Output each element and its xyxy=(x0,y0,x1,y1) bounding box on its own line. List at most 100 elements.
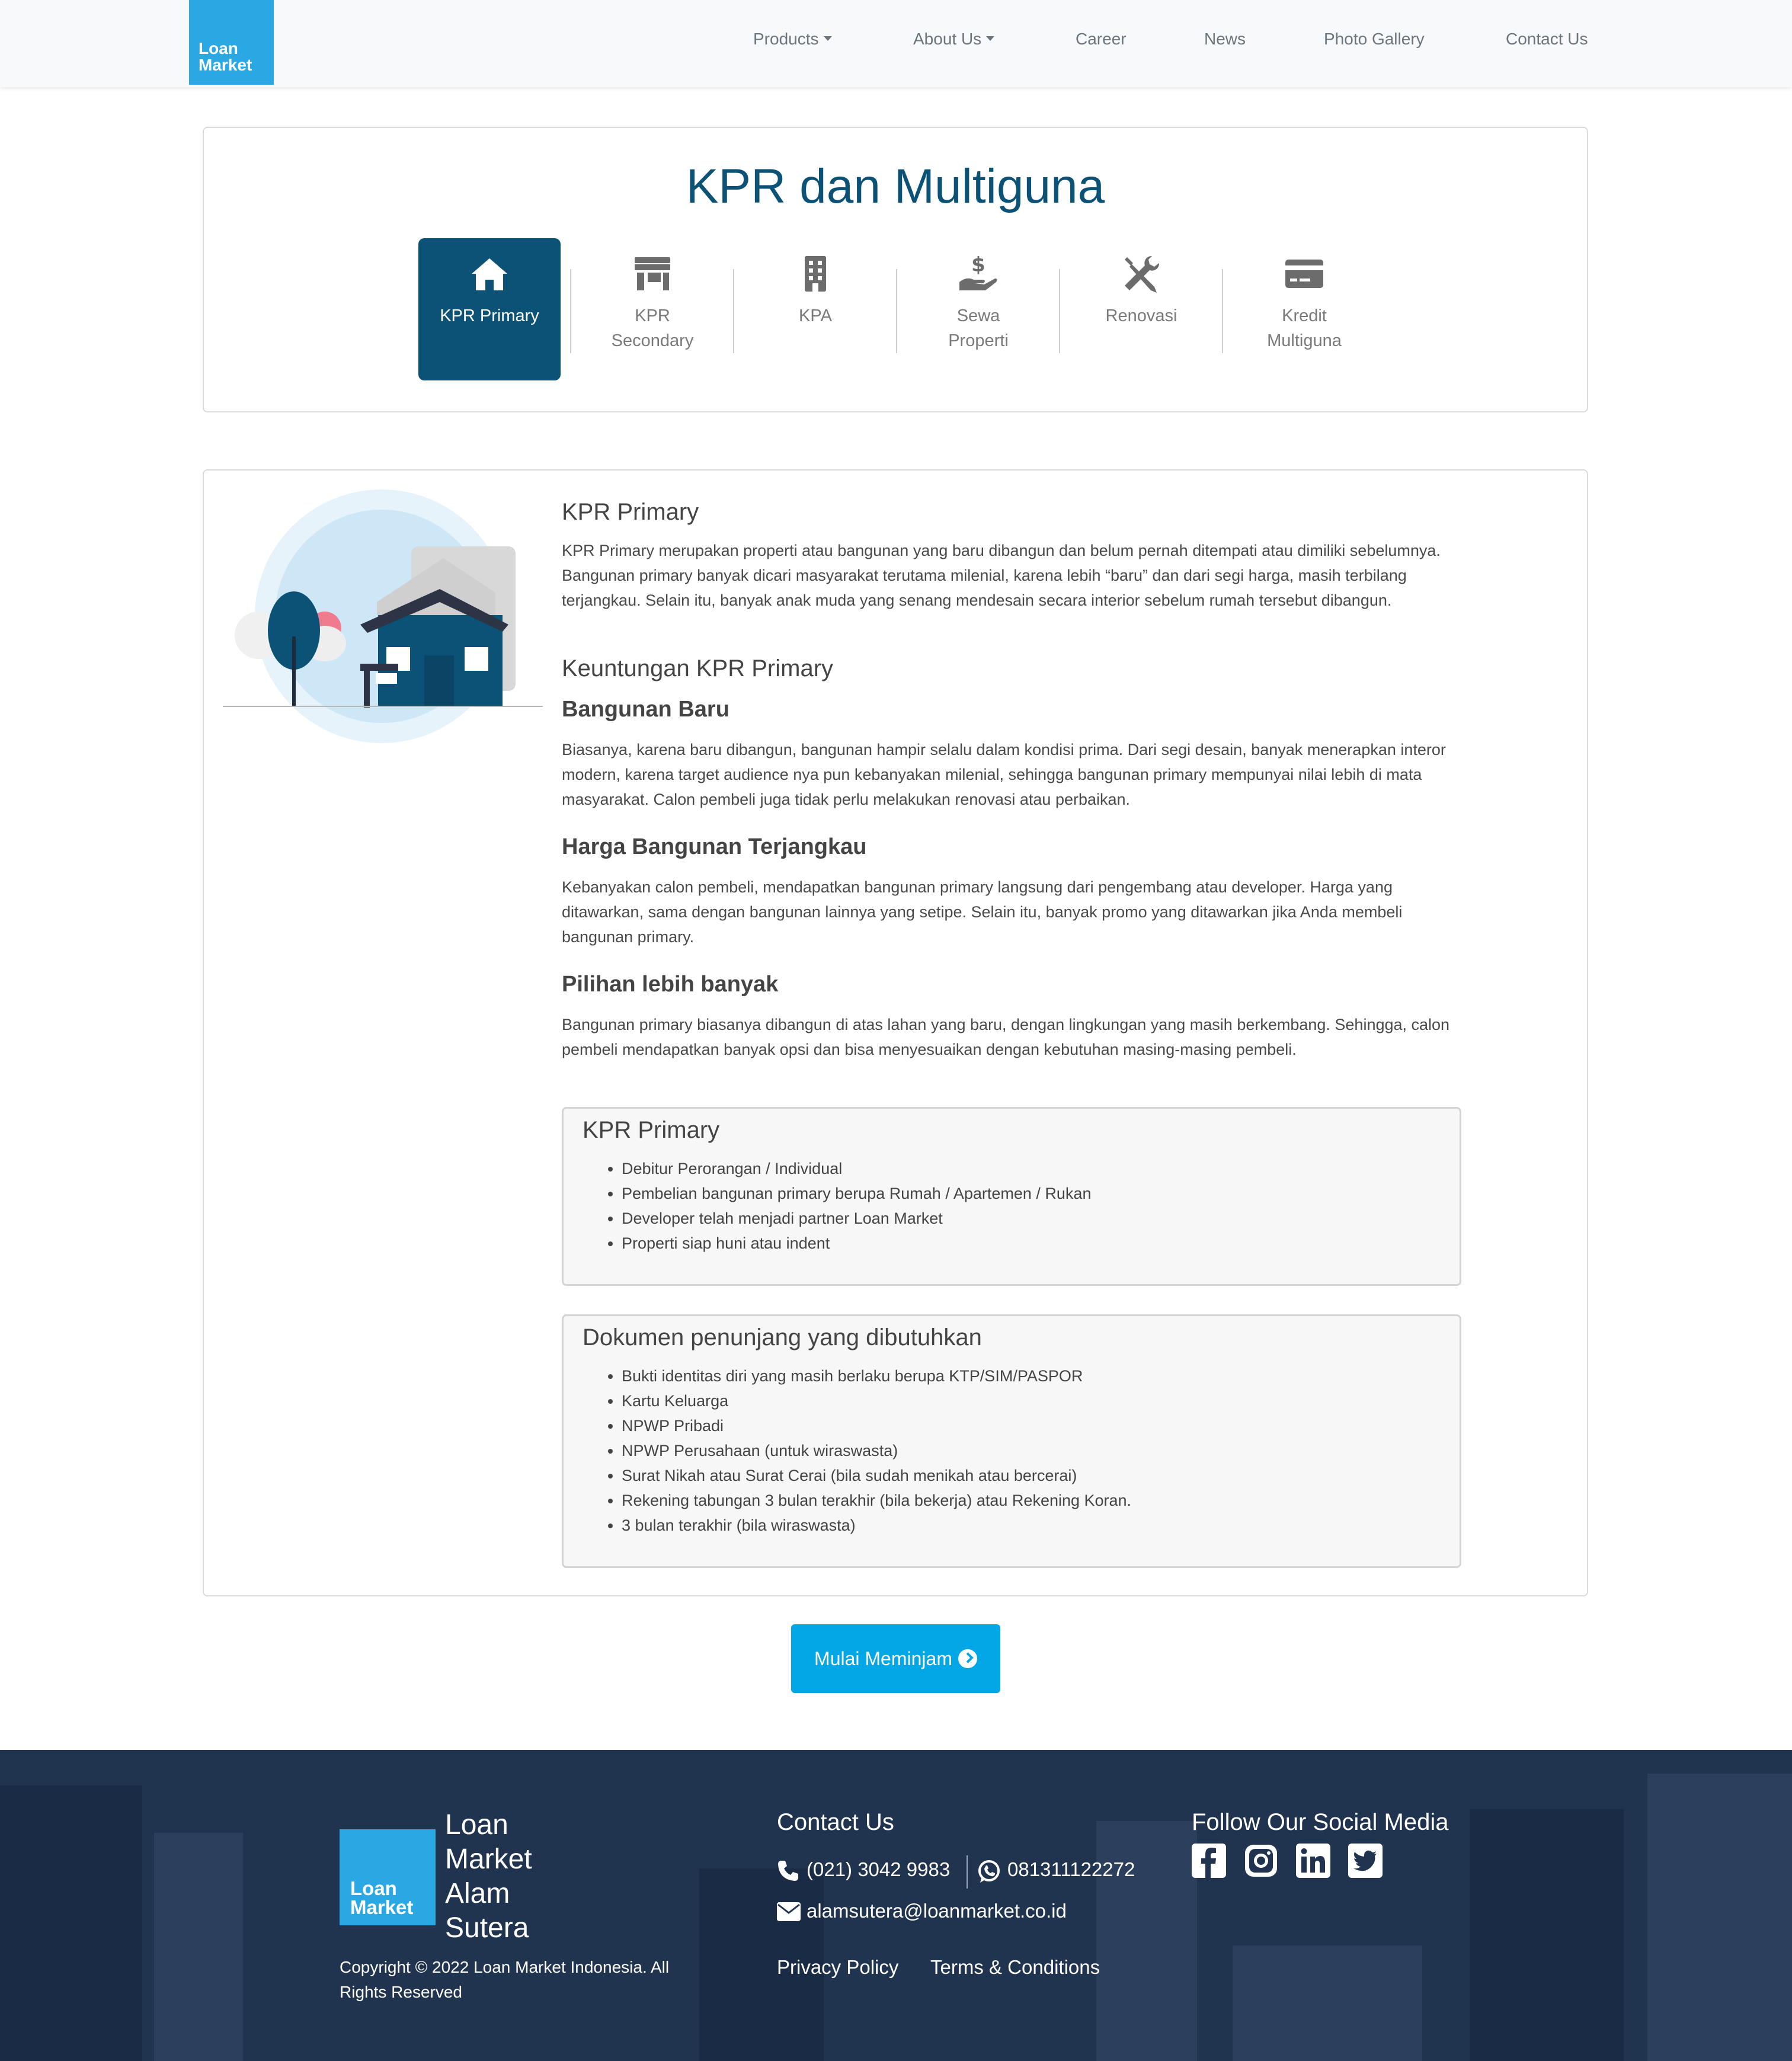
page-title: KPR dan Multiguna xyxy=(686,159,1105,213)
tab-kpa[interactable]: KPA xyxy=(744,238,887,380)
nav-products[interactable]: Products xyxy=(753,30,832,49)
nav-products-label: Products xyxy=(753,30,819,48)
footer-logo[interactable]: Loan Market xyxy=(340,1829,436,1925)
benefit-text: Kebanyakan calon pembeli, mendapatkan ba… xyxy=(562,878,1403,946)
list-item: Developer telah menjadi partner Loan Mar… xyxy=(622,1206,1091,1231)
documents-list: Bukti identitas diri yang masih berlaku … xyxy=(601,1364,1131,1538)
navbar: Loan Market Products About Us Career New… xyxy=(0,0,1792,87)
credit-card-icon xyxy=(1285,260,1323,288)
tab-label: Kredit xyxy=(1282,306,1327,325)
email-address[interactable]: alamsutera@loanmarket.co.id xyxy=(807,1900,1067,1922)
tab-divider xyxy=(570,269,571,353)
city-background xyxy=(0,1785,142,2061)
list-item: Kartu Keluarga xyxy=(622,1388,1131,1413)
mulai-meminjam-button[interactable]: Mulai Meminjam xyxy=(791,1624,1000,1693)
tab-label: KPR xyxy=(635,306,670,325)
tab-label: Properti xyxy=(948,331,1009,350)
tab-divider xyxy=(733,269,734,353)
documents-box: Dokumen penunjang yang dibutuhkan Bukti … xyxy=(562,1314,1461,1568)
contact-divider xyxy=(967,1855,968,1889)
list-item: Rekening tabungan 3 bulan terakhir (bila… xyxy=(622,1488,1131,1513)
product-header-card: KPR dan Multiguna KPR Primary KPR Second… xyxy=(203,127,1588,412)
logo-text-loan: Loan xyxy=(350,1877,397,1899)
logo[interactable]: Loan Market xyxy=(189,0,274,85)
instagram-icon[interactable] xyxy=(1244,1844,1278,1878)
terms-conditions-link[interactable]: Terms & Conditions xyxy=(930,1956,1100,1979)
product-detail-card: KPR Primary KPR Primary merupakan proper… xyxy=(203,469,1588,1596)
store-icon xyxy=(635,257,670,290)
tab-kpr-secondary[interactable]: KPR Secondary xyxy=(581,238,724,380)
whatsapp-number[interactable]: 081311122272 xyxy=(1007,1858,1135,1881)
tab-sewa-properti[interactable]: $ Sewa Properti xyxy=(907,238,1049,380)
benefit-title: Harga Bangunan Terjangkau xyxy=(562,834,867,859)
tab-label: Renovasi xyxy=(1105,306,1177,325)
contact-heading: Contact Us xyxy=(777,1809,894,1835)
nav-photo-gallery[interactable]: Photo Gallery xyxy=(1324,30,1425,49)
tab-label: Sewa xyxy=(956,306,1000,325)
list-item: Surat Nikah atau Surat Cerai (bila sudah… xyxy=(622,1463,1131,1488)
tab-divider xyxy=(1222,269,1223,353)
logo-text-market: Market xyxy=(350,1896,414,1918)
caret-down-icon xyxy=(986,36,995,41)
nav-contact-us[interactable]: Contact Us xyxy=(1506,30,1588,49)
brand-line: Sutera xyxy=(445,1912,529,1944)
caret-down-icon xyxy=(823,36,832,41)
city-background xyxy=(1233,1945,1422,2061)
documents-heading: Dokumen penunjang yang dibutuhkan xyxy=(583,1324,982,1350)
requirements-heading: KPR Primary xyxy=(583,1117,720,1143)
phone-number[interactable]: (021) 3042 9983 xyxy=(807,1858,950,1881)
logo-text-loan: Loan xyxy=(199,39,238,57)
tab-kpr-primary[interactable]: KPR Primary xyxy=(418,238,561,380)
list-item: NPWP Perusahaan (untuk wiraswasta) xyxy=(622,1438,1131,1463)
city-background xyxy=(1096,1821,1197,2061)
logo-text-market: Market xyxy=(199,56,252,74)
detail-intro: KPR Primary merupakan properti atau bang… xyxy=(562,542,1441,609)
brand-line: Alam xyxy=(445,1878,510,1909)
copyright: Copyright © 2022 Loan Market Indonesia. … xyxy=(340,1958,670,2001)
tab-kredit-multiguna[interactable]: Kredit Multiguna xyxy=(1233,238,1375,380)
tab-renovasi[interactable]: Renovasi xyxy=(1070,238,1212,380)
benefit-text: Bangunan primary biasanya dibangun di at… xyxy=(562,1016,1450,1058)
city-background xyxy=(1647,1774,1792,2061)
home-icon xyxy=(472,258,507,290)
arrow-circle-right-icon xyxy=(958,1649,977,1668)
house-illustration xyxy=(223,489,543,743)
tools-icon xyxy=(1125,255,1160,293)
facebook-icon[interactable] xyxy=(1192,1844,1226,1878)
whatsapp-icon xyxy=(978,1860,1000,1883)
brand-line: Market xyxy=(445,1844,532,1875)
twitter-icon[interactable] xyxy=(1348,1844,1383,1878)
social-heading: Follow Our Social Media xyxy=(1192,1809,1449,1835)
building-icon xyxy=(805,256,826,292)
linkedin-icon[interactable] xyxy=(1296,1844,1330,1878)
footer-brand-name: Loan Market Alam Sutera xyxy=(445,1808,532,1945)
hand-dollar-icon: $ xyxy=(959,254,997,290)
requirements-box: KPR Primary Debitur Perorangan / Individ… xyxy=(562,1107,1461,1286)
tab-label: KPA xyxy=(799,306,832,325)
detail-heading: KPR Primary xyxy=(562,499,699,525)
brand-line: Loan xyxy=(445,1809,508,1841)
list-item: Bukti identitas diri yang masih berlaku … xyxy=(622,1364,1131,1388)
nav-about-us[interactable]: About Us xyxy=(913,30,995,49)
svg-text:$: $ xyxy=(971,254,985,277)
envelope-icon xyxy=(777,1902,801,1921)
tab-divider xyxy=(896,269,897,353)
list-item: Pembelian bangunan primary berupa Rumah … xyxy=(622,1181,1091,1206)
city-background xyxy=(1470,1809,1624,2061)
nav-career[interactable]: Career xyxy=(1076,30,1127,49)
footer: Loan Market Loan Market Alam Sutera Copy… xyxy=(0,1750,1792,2061)
benefit-title: Bangunan Baru xyxy=(562,697,729,722)
benefit-text: Biasanya, karena baru dibangun, bangunan… xyxy=(562,741,1446,808)
benefits-heading: Keuntungan KPR Primary xyxy=(562,655,834,681)
nav-about-us-label: About Us xyxy=(913,30,982,48)
cta-label: Mulai Meminjam xyxy=(814,1648,952,1669)
tab-divider xyxy=(1059,269,1060,353)
tab-label: KPR Primary xyxy=(440,306,539,325)
nav-news[interactable]: News xyxy=(1204,30,1246,49)
list-item: 3 bulan terakhir (bila wiraswasta) xyxy=(622,1513,1131,1538)
list-item: NPWP Pribadi xyxy=(622,1413,1131,1438)
city-background xyxy=(154,1833,243,2061)
list-item: Debitur Perorangan / Individual xyxy=(622,1156,1091,1181)
privacy-policy-link[interactable]: Privacy Policy xyxy=(777,1956,898,1979)
phone-icon xyxy=(778,1861,798,1881)
